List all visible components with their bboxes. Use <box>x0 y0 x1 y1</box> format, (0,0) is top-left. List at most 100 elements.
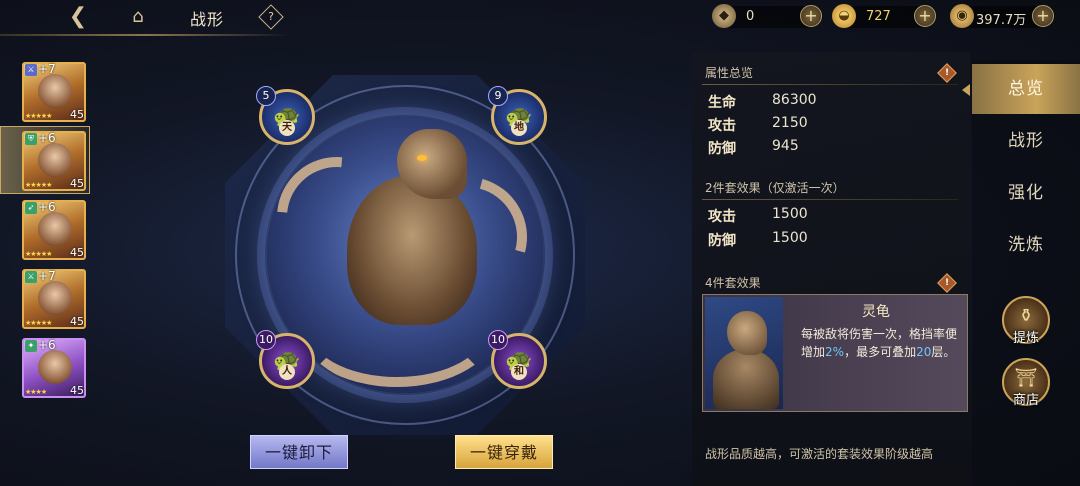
hero-stars: ★★★★★ <box>25 112 52 120</box>
stat-label: 攻击 <box>708 118 736 134</box>
hero-stars: ★★★★★ <box>25 319 52 327</box>
slot-level: 10 <box>256 330 276 350</box>
section-divider <box>702 84 958 85</box>
stat-label: 防御 <box>708 141 736 157</box>
hero-class-icon: ⚔ <box>25 64 37 76</box>
hero-level: 45 <box>70 177 84 190</box>
hero-face <box>38 350 72 384</box>
set-name: 灵龟 <box>862 304 890 320</box>
unequip-all-button[interactable]: 一键卸下 <box>250 435 348 469</box>
top-bar: ❮ ⌂ 战形 ? ◆ 0 + ◒ 727 + ◉ 397.7万 + <box>0 0 1080 34</box>
coin-icon: ◉ <box>950 4 974 28</box>
info-icon[interactable]: ! <box>937 63 957 83</box>
hero-face <box>38 212 72 246</box>
slot-char: 和 <box>511 364 527 380</box>
set2-title: 2件套效果（仅激活一次） <box>705 181 845 195</box>
attribute-panel: 属性总览 ! 生命 86300 攻击 2150 防御 945 2件套效果（仅激活… <box>692 52 970 486</box>
beast-body <box>347 175 477 325</box>
beast-body <box>713 349 779 409</box>
hero-card[interactable]: ⚔ +7 ★★★★★ 45 <box>22 269 86 329</box>
stat-value: 2150 <box>772 115 808 131</box>
hero-stars: ★★★★★ <box>25 181 52 189</box>
tab-overview[interactable]: 总览 <box>972 64 1080 114</box>
info-icon[interactable]: ! <box>937 273 957 293</box>
stat-value: 1500 <box>772 230 808 246</box>
slot-ren[interactable]: 10 🐢 人 <box>256 330 315 389</box>
hero-plus: +7 <box>38 62 56 76</box>
overview-title: 属性总览 <box>705 66 754 80</box>
set4-card: 灵龟 每被敌将伤害一次，格挡率便增加2%，最多可叠加20层。 <box>702 294 968 412</box>
slot-char: 人 <box>279 364 295 380</box>
shop-icon: ⛩ <box>1014 367 1038 389</box>
hero-face <box>38 143 72 177</box>
tab-enhance[interactable]: 强化 <box>972 168 1080 218</box>
slot-char: 天 <box>279 120 295 136</box>
currency-token: ◆ 0 + <box>712 4 822 28</box>
currency-value: 397.7万 <box>976 13 1027 28</box>
hero-card[interactable]: ➶ +6 ★★★★★ 45 <box>22 200 86 260</box>
question-icon: ? <box>268 10 274 23</box>
add-token-button[interactable]: + <box>800 5 822 27</box>
hero-plus: +6 <box>38 200 56 214</box>
add-coin-button[interactable]: + <box>1032 5 1054 27</box>
slot-he[interactable]: 10 🐢 和 <box>488 330 547 389</box>
slot-level: 5 <box>256 86 276 106</box>
currency-value: 0 <box>746 9 755 24</box>
hero-card[interactable]: ✦ +6 ★★★★ 45 <box>22 338 86 398</box>
right-tab-bar: 总览 战形 强化 洗炼 ⚱ 提炼 ⛩ 商店 <box>972 60 1080 486</box>
currency-ingot: ◒ 727 + <box>832 4 936 28</box>
stat-value: 1500 <box>772 206 808 222</box>
beast-eye <box>417 155 427 161</box>
hero-plus: +6 <box>38 338 56 352</box>
quality-note: 战形品质越高，可激活的套装效果阶级越高 <box>705 447 934 461</box>
stat-label: 攻击 <box>708 209 736 225</box>
slot-tian[interactable]: 5 🐢 天 <box>256 86 315 145</box>
shop-button[interactable]: ⛩ 商店 <box>1002 358 1050 408</box>
add-ingot-button[interactable]: + <box>914 5 936 27</box>
stat-label: 防御 <box>708 233 736 249</box>
section-divider <box>702 199 958 200</box>
set4-title: 4件套效果 <box>705 276 761 290</box>
currency-value: 727 <box>866 9 891 24</box>
hero-card[interactable]: ⚔ +7 ★★★★★ 45 <box>22 62 86 122</box>
cauldron-icon: ⚱ <box>1018 305 1034 327</box>
title-divider <box>0 34 290 36</box>
hero-class-icon: ➶ <box>25 202 37 214</box>
hero-face <box>38 281 72 315</box>
home-icon[interactable]: ⌂ <box>122 4 154 30</box>
tab-indicator <box>962 84 970 96</box>
slot-level: 10 <box>488 330 508 350</box>
hero-level: 45 <box>70 246 84 259</box>
extract-button[interactable]: ⚱ 提炼 <box>1002 296 1050 346</box>
stat-label: 生命 <box>708 95 736 111</box>
extract-label: 提炼 <box>1012 331 1040 346</box>
currency-coin: ◉ 397.7万 + <box>950 4 1054 28</box>
shop-label: 商店 <box>1012 393 1040 408</box>
hero-card[interactable]: ⛨ +6 ★★★★★ 45 <box>22 131 86 191</box>
hero-class-icon: ✦ <box>25 340 37 352</box>
back-arrow-icon[interactable]: ❮ <box>58 4 98 30</box>
formation-area: 5 🐢 天 9 🐢 地 10 🐢 人 10 🐢 和 <box>205 55 605 455</box>
tab-formation[interactable]: 战形 <box>972 116 1080 166</box>
hero-face <box>38 74 72 108</box>
hero-plus: +7 <box>38 269 56 283</box>
stat-value: 86300 <box>772 92 817 108</box>
hero-plus: +6 <box>38 131 56 145</box>
beast-head <box>727 311 767 355</box>
page-title: 战形 <box>190 10 225 29</box>
set-beast-image <box>705 297 783 409</box>
slot-level: 9 <box>488 86 508 106</box>
token-icon: ◆ <box>712 4 736 28</box>
hero-stars: ★★★★ <box>25 388 47 396</box>
hero-level: 45 <box>70 384 84 397</box>
tab-refine[interactable]: 洗炼 <box>972 220 1080 270</box>
hero-level: 45 <box>70 108 84 121</box>
equip-all-button[interactable]: 一键穿戴 <box>455 435 553 469</box>
hero-class-icon: ⛨ <box>25 133 37 145</box>
stat-value: 945 <box>772 138 799 154</box>
help-button[interactable]: ? <box>258 4 284 30</box>
slot-char: 地 <box>511 120 527 136</box>
slot-di[interactable]: 9 🐢 地 <box>488 86 547 145</box>
set-description: 每被敌将伤害一次，格挡率便增加2%，最多可叠加20层。 <box>801 327 958 359</box>
hero-stars: ★★★★★ <box>25 250 52 258</box>
